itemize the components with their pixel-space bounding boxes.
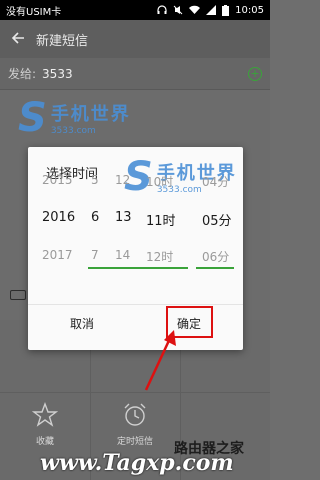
back-arrow-icon bbox=[11, 31, 24, 44]
picker-day-selected[interactable]: 13 bbox=[115, 210, 132, 225]
dialog-divider bbox=[28, 304, 243, 305]
grid-divider bbox=[0, 392, 270, 393]
picker-hour-next[interactable]: 12时 bbox=[146, 248, 173, 265]
watermark-text: 手机世界 bbox=[50, 104, 131, 125]
picker-month-prev[interactable]: 5 bbox=[91, 173, 99, 187]
banner-url-text: www.Tagxp.com bbox=[40, 450, 234, 476]
battery-icon bbox=[222, 4, 230, 16]
carrier-label: 没有USIM卡 bbox=[6, 6, 62, 18]
app-bar: 新建短信 bbox=[0, 20, 270, 58]
picker-month-selected[interactable]: 6 bbox=[91, 210, 99, 225]
picker-year-next[interactable]: 2017 bbox=[42, 248, 73, 262]
picker-selection-line bbox=[88, 267, 188, 269]
watermark-s-icon: S bbox=[18, 95, 47, 141]
picker-year-selected[interactable]: 2016 bbox=[42, 210, 75, 225]
recipient-row[interactable]: 发给: 3533 + bbox=[0, 58, 270, 90]
picker-hour-selected[interactable]: 11时 bbox=[146, 210, 176, 229]
picker-minute-selected[interactable]: 05分 bbox=[202, 210, 232, 229]
cellular-icon bbox=[206, 5, 217, 15]
picker-minute-prev[interactable]: 04分 bbox=[202, 173, 229, 190]
star-icon bbox=[32, 402, 58, 427]
status-time: 10:05 bbox=[235, 4, 264, 16]
status-bar: 没有USIM卡 10:05 bbox=[0, 0, 270, 20]
recipient-label: 发给: bbox=[8, 67, 37, 81]
picker-day-prev[interactable]: 12 bbox=[115, 173, 130, 187]
watermark-logo: S 手机世界3533.com bbox=[18, 98, 131, 138]
picker-selection-line bbox=[196, 267, 234, 269]
annotation-arrow-icon bbox=[144, 330, 176, 391]
keyboard-icon[interactable] bbox=[10, 290, 26, 300]
picker-year-prev[interactable]: 2015 bbox=[42, 173, 73, 187]
recipient-field[interactable]: 3533 bbox=[42, 67, 248, 81]
status-icons bbox=[157, 4, 230, 16]
time-picker-dialog: 选择时间 S 手机世界 3533.com 2015 2016 2017 5 6 7… bbox=[28, 147, 243, 350]
watermark-url: 3533.com bbox=[50, 126, 96, 136]
mute-icon bbox=[173, 5, 183, 15]
add-contact-button[interactable]: + bbox=[248, 66, 262, 81]
picker-hour-prev[interactable]: 10时 bbox=[146, 173, 173, 190]
page-title: 新建短信 bbox=[36, 33, 89, 49]
picker-minute-next[interactable]: 06分 bbox=[202, 248, 229, 265]
picker-month-next[interactable]: 7 bbox=[91, 248, 99, 262]
wifi-icon bbox=[189, 5, 201, 14]
plus-icon: + bbox=[250, 66, 260, 80]
headphones-icon bbox=[157, 5, 167, 14]
back-button[interactable] bbox=[0, 30, 36, 49]
cancel-button[interactable]: 取消 bbox=[70, 315, 94, 332]
alarm-clock-icon bbox=[124, 403, 146, 426]
picker-day-next[interactable]: 14 bbox=[115, 248, 130, 262]
bottom-banner: 路由器之家 www.Tagxp.com bbox=[0, 432, 270, 480]
